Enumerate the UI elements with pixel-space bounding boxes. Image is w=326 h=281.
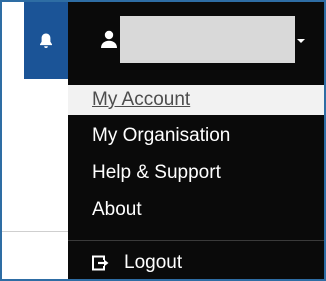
page-content-area <box>2 79 68 279</box>
menu-item-label: My Account <box>92 89 191 110</box>
menu-item-help-support[interactable]: Help & Support <box>68 158 324 188</box>
menu-item-my-account[interactable]: My Account <box>68 85 324 115</box>
top-navbar <box>2 2 324 79</box>
logout-label: Logout <box>124 252 183 273</box>
menu-divider <box>68 240 324 241</box>
menu-item-logout[interactable]: Logout <box>68 248 324 278</box>
user-menu-toggle[interactable] <box>68 2 324 79</box>
user-icon <box>101 30 117 48</box>
window-frame: My Account My Organisation Help & Suppor… <box>0 0 326 281</box>
caret-down-icon <box>297 39 305 43</box>
menu-item-my-organisation[interactable]: My Organisation <box>68 121 324 151</box>
user-dropdown-menu: My Account My Organisation Help & Suppor… <box>68 79 324 279</box>
menu-item-label: Help & Support <box>92 162 221 183</box>
username-redacted <box>120 16 295 63</box>
menu-item-label: My Organisation <box>92 125 231 146</box>
logout-icon <box>92 255 109 271</box>
navbar-left-spacer <box>2 2 24 79</box>
menu-item-about[interactable]: About <box>68 195 324 225</box>
menu-item-label: About <box>92 199 142 220</box>
notifications-button[interactable] <box>24 2 68 79</box>
bell-icon <box>40 33 52 48</box>
content-divider <box>2 231 68 232</box>
